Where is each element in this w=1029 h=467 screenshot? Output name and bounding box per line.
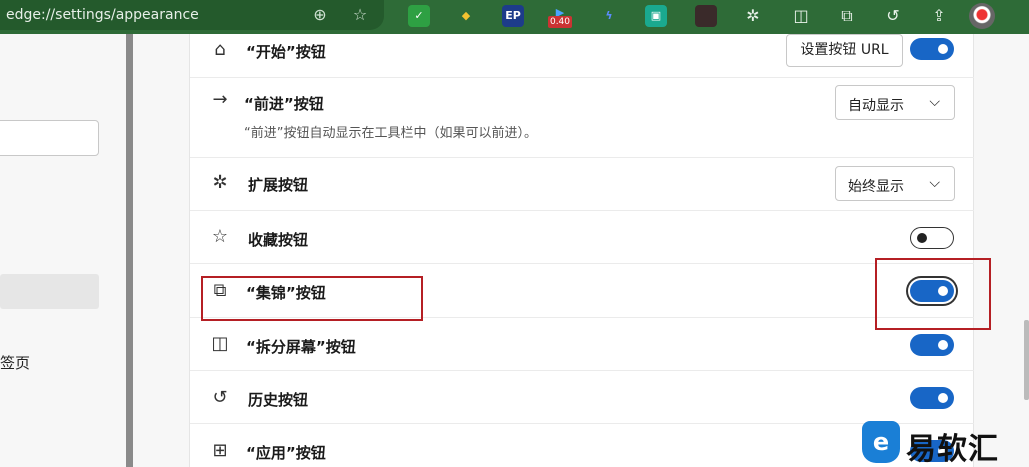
extensions-puzzle-icon: ✲ (212, 172, 228, 193)
extension-badge: 0.40 (548, 16, 572, 28)
apps-icon: ⊞ (212, 440, 228, 461)
setting-label: 扩展按钮 (248, 176, 309, 194)
split-screen-toolbar-icon[interactable]: ◫ (790, 5, 812, 27)
highlight-box-toggle (875, 258, 991, 330)
sidebar-item-label[interactable]: 签页 (0, 352, 30, 373)
setting-label: “开始”按钮 (246, 43, 326, 61)
sidebar-scrollbar[interactable] (126, 34, 133, 467)
setting-label: 收藏按钮 (248, 231, 309, 249)
ep-ext-icon[interactable]: EP (502, 5, 524, 27)
photo-ext-icon[interactable] (695, 5, 717, 27)
watermark: e 易软汇 (860, 418, 1029, 467)
favorites-button-toggle[interactable] (910, 227, 954, 249)
bolt-ext-icon[interactable]: ϟ (598, 5, 620, 27)
home-button-toggle[interactable] (910, 38, 954, 60)
home-icon: ⌂ (214, 39, 226, 60)
setting-row-forward: → “前进”按钮 “前进”按钮自动显示在工具栏中（如果可以前进）。 自动显示 ⌵ (190, 78, 975, 158)
chevron-down-icon: ⌵ (929, 175, 940, 191)
page-scrollbar[interactable] (1024, 320, 1029, 400)
browser-toolbar: edge://settings/appearance ⊕ ☆ ✓ ◆ EP ▶ … (0, 0, 1029, 34)
extensions-icon[interactable]: ✲ (742, 5, 764, 27)
highlight-box-label (201, 276, 423, 321)
tiger-ext-icon[interactable]: ◆ (455, 5, 477, 27)
setting-row-home: ⌂ “开始”按钮 设置按钮 URL (190, 34, 975, 78)
setting-row-split-screen: ◫ “拆分屏幕”按钮 (190, 318, 975, 371)
profile-avatar[interactable] (969, 3, 995, 29)
setting-row-favorites: ☆ 收藏按钮 (190, 211, 975, 264)
forward-arrow-icon: → (212, 89, 228, 110)
setting-label: “前进”按钮 (244, 95, 324, 113)
square-ext-icon[interactable]: ▣ (645, 5, 667, 27)
watermark-logo: e (862, 421, 900, 463)
history-icon: ↺ (212, 387, 228, 408)
collections-toolbar-icon[interactable]: ⧉ (836, 5, 858, 27)
watermark-text: 易软汇 (906, 432, 999, 467)
setting-label: “拆分屏幕”按钮 (246, 338, 356, 356)
setting-label: “应用”按钮 (246, 444, 326, 462)
setting-row-history: ↺ 历史按钮 (190, 371, 975, 424)
history-button-toggle[interactable] (910, 387, 954, 409)
share-icon[interactable]: ⇪ (928, 5, 950, 27)
zoom-icon[interactable]: ⊕ (310, 5, 330, 25)
address-bar[interactable]: edge://settings/appearance ⊕ ☆ (0, 0, 384, 30)
toolbar-buttons-card: ⌂ “开始”按钮 设置按钮 URL → “前进”按钮 “前进”按钮自动显示在工具… (189, 34, 975, 467)
setting-row-extensions: ✲ 扩展按钮 始终显示 ⌵ (190, 158, 975, 211)
settings-search-input[interactable] (0, 120, 99, 156)
chevron-down-icon: ⌵ (929, 94, 940, 110)
set-home-url-button[interactable]: 设置按钮 URL (786, 34, 903, 67)
split-screen-icon: ◫ (211, 333, 229, 354)
split-screen-button-toggle[interactable] (910, 334, 954, 356)
settings-sidebar: 签页 (0, 34, 126, 467)
favorites-star-icon: ☆ (211, 226, 229, 247)
address-url: edge://settings/appearance (6, 7, 199, 23)
shield-ext-icon[interactable]: ✓ (408, 5, 430, 27)
setting-label: 历史按钮 (248, 391, 309, 409)
extensions-button-dropdown[interactable]: 始终显示 ⌵ (835, 166, 955, 201)
setting-row-apps: ⊞ “应用”按钮 (190, 424, 975, 467)
setting-description: “前进”按钮自动显示在工具栏中（如果可以前进）。 (244, 126, 537, 141)
sidebar-selected-item[interactable] (0, 274, 99, 309)
favorite-star-icon[interactable]: ☆ (350, 5, 370, 25)
forward-button-dropdown[interactable]: 自动显示 ⌵ (835, 85, 955, 120)
history-toolbar-icon[interactable]: ↺ (882, 5, 904, 27)
